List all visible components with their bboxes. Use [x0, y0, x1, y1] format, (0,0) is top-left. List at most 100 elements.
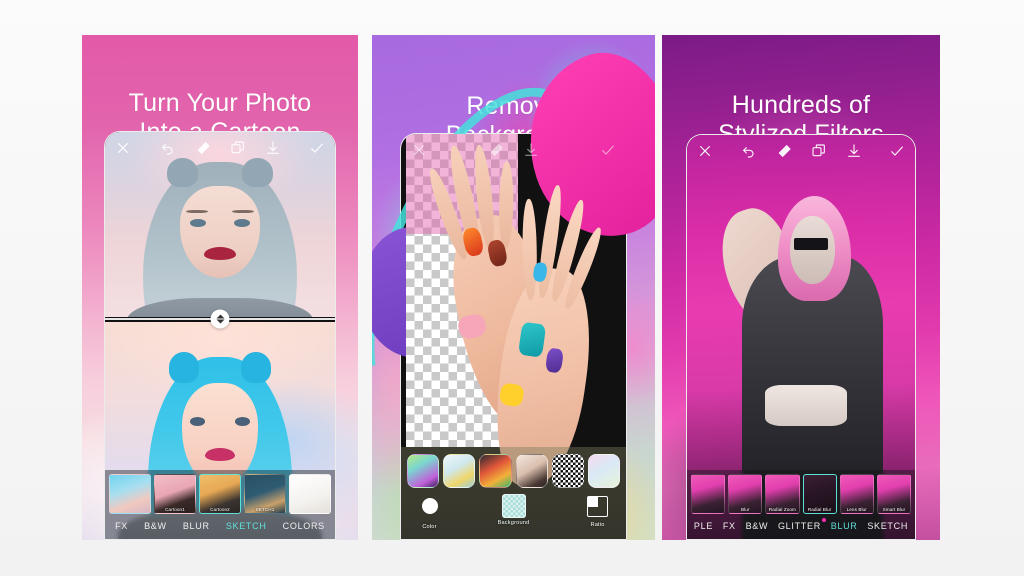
close-icon[interactable]	[697, 143, 713, 159]
eye-right	[234, 417, 250, 427]
background-thumbnail[interactable]	[551, 454, 584, 488]
layers-icon[interactable]	[811, 143, 827, 159]
tab-bw[interactable]: B&W	[744, 520, 771, 532]
undo-icon[interactable]	[741, 143, 757, 159]
eraser-icon[interactable]	[195, 140, 211, 156]
color-circle-icon	[418, 498, 442, 522]
tab-blur[interactable]: BLUR	[829, 520, 860, 532]
before-after-slider-handle[interactable]	[210, 309, 230, 329]
tab-colors[interactable]: COLORS	[281, 520, 327, 532]
option-label: Ratio	[590, 522, 605, 528]
ear-right	[241, 352, 271, 383]
option-color[interactable]: Color	[404, 494, 456, 530]
toolbar-middle-group	[741, 143, 862, 159]
filter-thumbnail[interactable]	[289, 474, 331, 514]
tab-glitter[interactable]: GLITTER	[776, 518, 826, 532]
filter-strip-1: Cartoon1 Cartoon2 SKTCH1 FX B&W BLUR SKE…	[105, 470, 335, 539]
filter-thumbnail[interactable]: SKTCH1	[244, 474, 286, 514]
filter-thumbnail[interactable]: Smart Blur	[876, 474, 912, 514]
app-screen-1: Cartoon1 Cartoon2 SKTCH1 FX B&W BLUR SKE…	[105, 132, 335, 539]
eraser-icon[interactable]	[488, 142, 504, 158]
wristband	[456, 312, 488, 341]
check-icon[interactable]	[600, 142, 616, 158]
tab-sketch[interactable]: SKETCH	[224, 520, 269, 532]
app-store-screenshot-gallery: Turn Your Photo Into a Cartoon	[0, 0, 1024, 576]
app-screen-3: Blur Radial Zoom Radial Blur Lens Blur S…	[687, 135, 915, 539]
filter-thumbnail-label: Smart Blur	[882, 507, 906, 512]
finger	[497, 161, 514, 251]
background-option-strip: Color Background Ratio	[401, 447, 626, 539]
filter-thumbnail[interactable]: Radial Zoom	[765, 474, 800, 514]
close-icon[interactable]	[411, 142, 427, 158]
filter-thumbnail-row-3: Blur Radial Zoom Radial Blur Lens Blur S…	[687, 470, 915, 516]
ring-teal	[518, 321, 547, 357]
filter-category-tabs-3: PLE FX B&W GLITTER BLUR SKETCH	[687, 516, 915, 539]
filter-thumbnail-label: Blur	[740, 507, 750, 512]
app-screen-2: Color Background Ratio	[401, 134, 626, 539]
filter-thumbnail-label: SKTCH1	[255, 507, 275, 512]
ring-purple	[545, 346, 564, 373]
crop-top	[764, 385, 847, 426]
new-badge-dot	[821, 518, 826, 522]
filter-thumbnail[interactable]: Blur	[728, 474, 763, 514]
undo-icon[interactable]	[160, 140, 176, 156]
download-icon[interactable]	[846, 143, 862, 159]
tab-people[interactable]: PLE	[692, 520, 715, 532]
tab-fx[interactable]: FX	[721, 520, 738, 532]
sunglasses	[794, 238, 829, 251]
filter-thumbnail-label: Cartoon2	[210, 507, 230, 512]
filter-thumbnail-label: Radial Zoom	[768, 507, 796, 512]
option-background[interactable]: Background	[488, 494, 540, 530]
tab-blur[interactable]: BLUR	[181, 520, 212, 532]
filter-thumbnail[interactable]	[109, 474, 151, 514]
filter-category-tabs-1: FX B&W BLUR SKETCH COLORS	[105, 516, 335, 539]
headline-line-1: Turn Your Photo	[128, 89, 312, 117]
check-icon[interactable]	[309, 140, 325, 156]
close-icon[interactable]	[115, 140, 131, 156]
headline-line-1: Hundreds of	[731, 91, 871, 119]
chevron-up-icon	[216, 314, 224, 319]
download-icon[interactable]	[265, 140, 281, 156]
bracelet-yellow	[499, 382, 525, 408]
background-thumbnail-row	[401, 447, 626, 491]
background-mode-options: Color Background Ratio	[401, 491, 626, 530]
check-icon[interactable]	[889, 143, 905, 159]
editor-toolbar-3	[687, 135, 915, 167]
filter-thumbnail[interactable]: Cartoon1	[154, 474, 196, 514]
filter-thumbnail-label: Lens Blur	[846, 507, 867, 512]
ratio-square-icon	[586, 496, 610, 520]
filter-thumbnail[interactable]	[691, 474, 726, 514]
chevron-down-icon	[216, 319, 224, 324]
option-ratio[interactable]: Ratio	[572, 494, 624, 530]
background-thumbnail[interactable]	[407, 454, 440, 488]
toolbar-middle-group	[488, 142, 539, 158]
checkerboard-icon	[501, 494, 526, 518]
download-icon[interactable]	[523, 142, 539, 158]
tab-glitter-label: GLITTER	[777, 521, 821, 531]
background-thumbnail[interactable]	[479, 454, 512, 488]
layers-icon[interactable]	[230, 140, 246, 156]
tab-fx[interactable]: FX	[113, 520, 130, 532]
filter-thumbnail-label: Cartoon1	[165, 507, 185, 512]
tab-bw[interactable]: B&W	[142, 520, 169, 532]
tab-sketch[interactable]: SKETCH	[865, 520, 910, 532]
phone-mockup-3: Blur Radial Zoom Radial Blur Lens Blur S…	[686, 134, 916, 540]
toolbar-middle-group	[160, 140, 281, 156]
filter-thumbnail[interactable]: Lens Blur	[839, 474, 874, 514]
filter-strip-3: Blur Radial Zoom Radial Blur Lens Blur S…	[687, 470, 915, 539]
background-thumbnail[interactable]	[587, 454, 621, 488]
filter-thumbnail-label: Radial Blur	[807, 507, 832, 512]
face	[789, 215, 836, 285]
lips	[205, 447, 235, 461]
option-label: Color	[422, 524, 437, 530]
background-thumbnail[interactable]	[515, 454, 548, 488]
ear-left	[169, 352, 199, 383]
filter-thumbnail-selected[interactable]: Cartoon2	[199, 474, 241, 514]
eraser-icon[interactable]	[776, 143, 792, 159]
filter-thumbnail-selected[interactable]: Radial Blur	[802, 474, 837, 514]
background-thumbnail[interactable]	[443, 454, 476, 488]
filter-thumbnail-row-1: Cartoon1 Cartoon2 SKTCH1	[105, 470, 335, 516]
phone-mockup-1: Cartoon1 Cartoon2 SKTCH1 FX B&W BLUR SKE…	[104, 131, 336, 540]
option-label: Background	[497, 520, 530, 526]
editor-toolbar-2	[401, 134, 626, 166]
